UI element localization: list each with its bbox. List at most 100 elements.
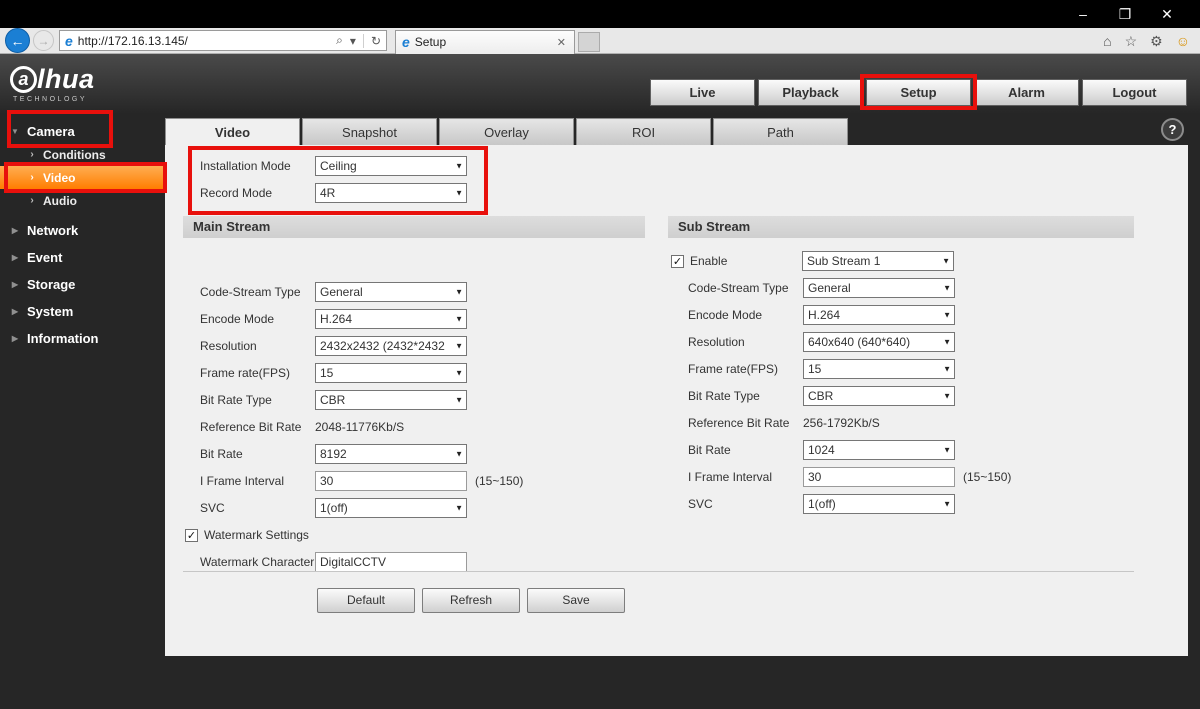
sidebar-item-event[interactable]: ▶ Event [0, 245, 165, 269]
field-row: Resolution 640x640 (640*640) [688, 332, 1134, 352]
close-button[interactable]: ✕ [1146, 6, 1188, 23]
tab-roi[interactable]: ROI [576, 118, 711, 145]
default-button[interactable]: Default [317, 588, 415, 613]
range-hint: (15~150) [963, 470, 1012, 484]
sub-svc-select[interactable]: 1(off) [803, 494, 955, 514]
minimize-button[interactable]: – [1062, 6, 1104, 22]
main-code-stream-type-select[interactable]: General [315, 282, 467, 302]
tab-video[interactable]: Video [165, 118, 300, 145]
sidebar-item-label: Video [43, 170, 76, 185]
sub-stream-enable-checkbox[interactable] [671, 254, 684, 268]
search-icon[interactable]: ⌕ [336, 33, 343, 48]
gear-icon[interactable]: ⚙ [1150, 33, 1163, 50]
watermark-character-input[interactable]: DigitalCCTV [315, 552, 467, 572]
sidebar-item-information[interactable]: ▶ Information [0, 326, 165, 350]
nav-logout-button[interactable]: Logout [1082, 79, 1187, 106]
main-frame-rate-select[interactable]: 15 [315, 363, 467, 383]
main-bit-rate-type-select[interactable]: CBR [315, 390, 467, 410]
sidebar-item-system[interactable]: ▶ System [0, 299, 165, 323]
main-reference-bit-rate-value: 2048-11776Kb/S [315, 420, 405, 434]
sub-frame-rate-select[interactable]: 15 [803, 359, 955, 379]
dahua-logo: a lhua TECHNOLOGY [10, 64, 95, 103]
chevron-collapsed-icon: ▶ [11, 306, 19, 316]
enable-row: Enable Sub Stream 1 [668, 251, 1134, 271]
main-encode-mode-select[interactable]: H.264 [315, 309, 467, 329]
main-stream-section: Main Stream Code-Stream Type General Enc… [183, 216, 645, 572]
refresh-icon[interactable]: ↻ [371, 34, 381, 48]
url-text[interactable]: http://172.16.13.145/ [78, 34, 336, 48]
installation-mode-select[interactable]: Ceiling [315, 156, 467, 176]
tab-overlay[interactable]: Overlay [439, 118, 574, 145]
sub-bit-rate-select[interactable]: 1024 [803, 440, 955, 460]
nav-setup-button[interactable]: Setup [866, 79, 971, 106]
sidebar-item-label: Information [27, 330, 99, 346]
field-row: Bit Rate 8192 [200, 444, 645, 464]
tab-path[interactable]: Path [713, 118, 848, 145]
field-row: I Frame Interval 30 (15~150) [200, 471, 645, 491]
field-row: Bit Rate Type CBR [200, 390, 645, 410]
chevron-expanded-icon: ▼ [11, 126, 19, 136]
tab-snapshot[interactable]: Snapshot [302, 118, 437, 145]
sub-code-stream-type-select[interactable]: General [803, 278, 955, 298]
field-row: Record Mode 4R [200, 183, 467, 203]
save-button[interactable]: Save [527, 588, 625, 613]
divider [362, 33, 364, 48]
help-icon[interactable]: ? [1161, 118, 1184, 141]
chevron-down-icon[interactable]: ▾ [350, 34, 356, 48]
logo-letter: a [10, 66, 37, 93]
top-nav: Live Playback Setup Alarm Logout [650, 79, 1187, 106]
sub-bit-rate-type-select[interactable]: CBR [803, 386, 955, 406]
sidebar-item-network[interactable]: ▶ Network [0, 218, 165, 242]
sidebar-item-label: Event [27, 249, 63, 265]
field-label: Installation Mode [200, 159, 291, 173]
window-title-bar: – ❐ ✕ [0, 0, 1200, 28]
watermark-settings-row: Watermark Settings [183, 525, 645, 545]
tab-close-icon[interactable]: ✕ [555, 36, 568, 49]
sidebar-item-storage[interactable]: ▶ Storage [0, 272, 165, 296]
field-row: Bit Rate 1024 [688, 440, 1134, 460]
sub-stream-enable-select[interactable]: Sub Stream 1 [802, 251, 954, 271]
sidebar-item-conditions[interactable]: › Conditions [0, 143, 165, 166]
main-i-frame-interval-input[interactable]: 30 [315, 471, 467, 491]
nav-live-button[interactable]: Live [650, 79, 755, 106]
video-settings-panel: Installation Mode Ceiling Record Mode 4R… [165, 145, 1188, 656]
ie-tab-icon: e [402, 34, 410, 50]
enable-label: Enable [690, 254, 728, 268]
new-tab-button[interactable] [578, 32, 600, 52]
sub-reference-bit-rate-value: 256-1792Kb/S [803, 416, 880, 430]
browser-forward-button[interactable]: → [33, 30, 54, 51]
action-buttons: Default Refresh Save [317, 588, 625, 613]
main-svc-select[interactable]: 1(off) [315, 498, 467, 518]
ie-page-icon: e [65, 32, 73, 49]
refresh-button[interactable]: Refresh [422, 588, 520, 613]
main-bit-rate-select[interactable]: 8192 [315, 444, 467, 464]
divider [183, 571, 1134, 572]
browser-tab-title: Setup [414, 35, 447, 49]
chevron-collapsed-icon: ▶ [11, 252, 19, 262]
browser-back-button[interactable]: ← [5, 28, 30, 53]
sub-resolution-select[interactable]: 640x640 (640*640) [803, 332, 955, 352]
sub-encode-mode-select[interactable]: H.264 [803, 305, 955, 325]
sidebar-item-video[interactable]: › Video [0, 166, 165, 189]
sub-arrow-icon: › [30, 195, 34, 206]
feedback-smiley-icon[interactable]: ☺ [1176, 33, 1190, 49]
field-label: Record Mode [200, 186, 273, 200]
nav-alarm-button[interactable]: Alarm [974, 79, 1079, 106]
sidebar-item-audio[interactable]: › Audio [0, 189, 165, 212]
address-bar[interactable]: e http://172.16.13.145/ ⌕ ▾ ↻ [59, 30, 387, 51]
record-mode-select[interactable]: 4R [315, 183, 467, 203]
home-icon[interactable]: ⌂ [1103, 33, 1111, 49]
watermark-settings-checkbox[interactable] [185, 528, 198, 542]
main-resolution-select[interactable]: 2432x2432 (2432*2432 [315, 336, 467, 356]
field-row: Frame rate(FPS) 15 [688, 359, 1134, 379]
browser-tab-setup[interactable]: e Setup ✕ [395, 29, 575, 54]
sub-arrow-icon: › [30, 149, 34, 160]
nav-playback-button[interactable]: Playback [758, 79, 863, 106]
sidebar-item-camera[interactable]: ▼ Camera [0, 119, 165, 143]
favorites-star-icon[interactable]: ☆ [1125, 33, 1138, 50]
sub-i-frame-interval-input[interactable]: 30 [803, 467, 955, 487]
sidebar: ▼ Camera › Conditions › Video › Audio ▶ … [0, 114, 165, 709]
range-hint: (15~150) [475, 474, 524, 488]
field-row: Reference Bit Rate 2048-11776Kb/S [200, 420, 405, 434]
restore-button[interactable]: ❐ [1104, 6, 1146, 23]
